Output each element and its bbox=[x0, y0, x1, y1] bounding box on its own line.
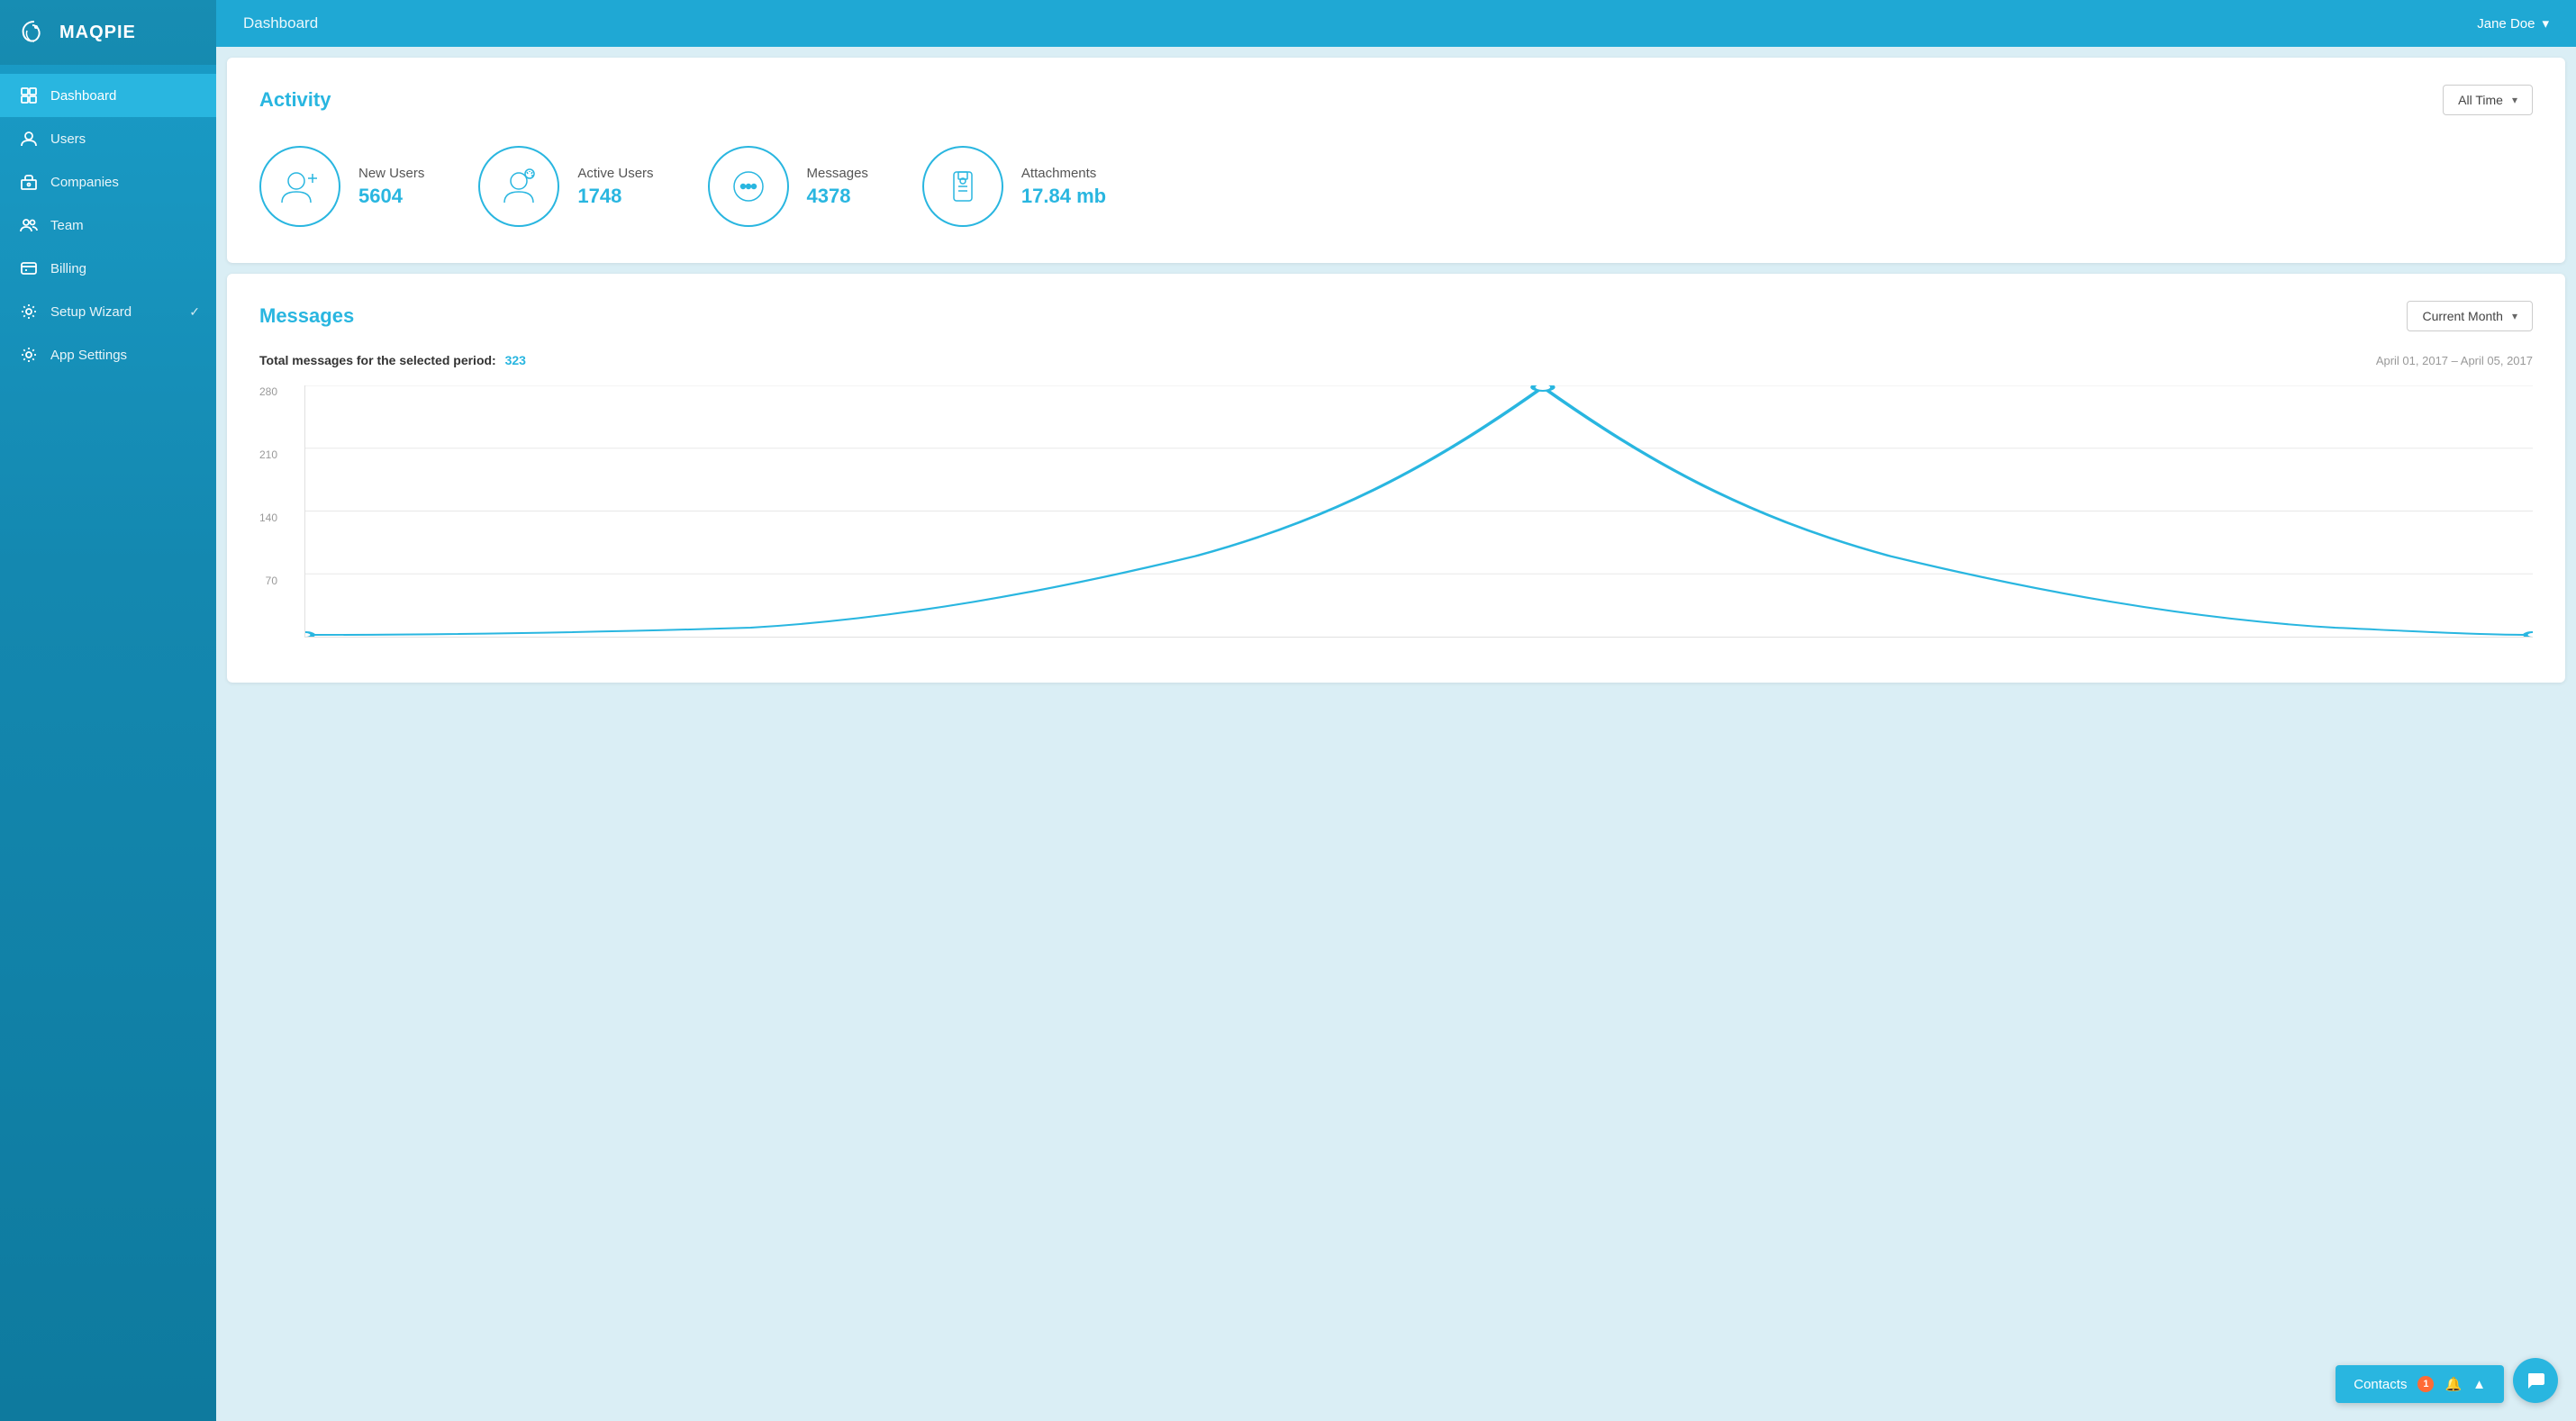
y-label-140: 140 bbox=[259, 511, 277, 524]
chevron-up-icon: ▲ bbox=[2472, 1377, 2486, 1392]
date-range: April 01, 2017 – April 05, 2017 bbox=[2376, 354, 2533, 367]
contacts-badge: 1 bbox=[2417, 1376, 2434, 1392]
activity-stats: New Users 5604 bbox=[259, 137, 2533, 236]
chart-svg bbox=[305, 385, 2533, 637]
messages-value: 4378 bbox=[807, 185, 868, 208]
y-label-70: 70 bbox=[266, 575, 277, 587]
messages-subtitle: Total messages for the selected period: … bbox=[259, 353, 2533, 367]
chart-area bbox=[304, 385, 2533, 638]
stat-active-users: Active Users 1748 bbox=[478, 146, 653, 227]
activity-dropdown[interactable]: All Time ▾ bbox=[2443, 85, 2533, 115]
billing-icon bbox=[20, 259, 38, 277]
sidebar-item-setup-wizard[interactable]: Setup Wizard ✓ bbox=[0, 290, 216, 333]
active-users-label: Active Users bbox=[577, 166, 653, 181]
check-icon: ✓ bbox=[189, 304, 200, 320]
chevron-down-icon: ▾ bbox=[2512, 94, 2517, 106]
companies-icon bbox=[20, 173, 38, 191]
contacts-label: Contacts bbox=[2354, 1377, 2407, 1392]
chevron-down-icon: ▾ bbox=[2542, 15, 2549, 32]
stat-new-users: New Users 5604 bbox=[259, 146, 424, 227]
sidebar: MAQPIE Dashboard Users bbox=[0, 0, 216, 1421]
chat-icon bbox=[2525, 1370, 2546, 1391]
sidebar-item-label: Team bbox=[50, 218, 84, 233]
sidebar-item-label: Users bbox=[50, 131, 86, 147]
sidebar-item-team[interactable]: Team bbox=[0, 204, 216, 247]
sidebar-item-label: Setup Wizard bbox=[50, 304, 132, 320]
setup-wizard-icon bbox=[20, 303, 38, 321]
activity-card: Activity All Time ▾ bbox=[227, 58, 2565, 263]
messages-card-header: Messages Current Month ▾ bbox=[259, 301, 2533, 331]
chevron-down-icon: ▾ bbox=[2512, 310, 2517, 322]
page-title: Dashboard bbox=[243, 14, 318, 32]
stat-attachments: Attachments 17.84 mb bbox=[922, 146, 1106, 227]
messages-label: Messages bbox=[807, 166, 868, 181]
active-users-info: Active Users 1748 bbox=[577, 166, 653, 208]
new-users-icon-circle bbox=[259, 146, 340, 227]
attachments-value: 17.84 mb bbox=[1021, 185, 1106, 208]
active-users-value: 1748 bbox=[577, 185, 653, 208]
app-settings-icon bbox=[20, 346, 38, 364]
messages-card: Messages Current Month ▾ Total messages … bbox=[227, 274, 2565, 683]
sidebar-item-label: Companies bbox=[50, 175, 119, 190]
messages-total-info: Total messages for the selected period: … bbox=[259, 353, 526, 367]
y-label-280: 280 bbox=[259, 385, 277, 398]
messages-icon-circle bbox=[708, 146, 789, 227]
sidebar-item-dashboard[interactable]: Dashboard bbox=[0, 74, 216, 117]
attachments-icon-circle bbox=[922, 146, 1003, 227]
chart-y-axis: 280 210 140 70 bbox=[259, 385, 286, 638]
messages-chart: 280 210 140 70 bbox=[259, 385, 2533, 656]
app-name: MAQPIE bbox=[59, 23, 136, 43]
new-users-value: 5604 bbox=[358, 185, 424, 208]
main-area: Dashboard Jane Doe ▾ Activity All Time ▾ bbox=[216, 0, 2576, 1421]
bell-icon: 🔔 bbox=[2444, 1376, 2462, 1392]
sidebar-item-billing[interactable]: Billing bbox=[0, 247, 216, 290]
users-icon bbox=[20, 130, 38, 148]
stat-messages: Messages 4378 bbox=[708, 146, 868, 227]
sidebar-item-label: Dashboard bbox=[50, 88, 116, 104]
logo-area: MAQPIE bbox=[0, 0, 216, 65]
sidebar-item-label: Billing bbox=[50, 261, 86, 276]
messages-dropdown[interactable]: Current Month ▾ bbox=[2407, 301, 2533, 331]
username: Jane Doe bbox=[2477, 16, 2535, 32]
messages-info: Messages 4378 bbox=[807, 166, 868, 208]
user-menu[interactable]: Jane Doe ▾ bbox=[2477, 15, 2549, 32]
total-label: Total messages for the selected period: bbox=[259, 353, 496, 367]
messages-title: Messages bbox=[259, 304, 354, 328]
header: Dashboard Jane Doe ▾ bbox=[216, 0, 2576, 47]
new-users-label: New Users bbox=[358, 166, 424, 181]
content-area: Activity All Time ▾ bbox=[216, 47, 2576, 1421]
logo-icon bbox=[18, 16, 50, 49]
attachments-info: Attachments 17.84 mb bbox=[1021, 166, 1106, 208]
chat-button[interactable] bbox=[2513, 1358, 2558, 1403]
sidebar-item-users[interactable]: Users bbox=[0, 117, 216, 160]
sidebar-item-app-settings[interactable]: App Settings bbox=[0, 333, 216, 376]
activity-card-header: Activity All Time ▾ bbox=[259, 85, 2533, 115]
sidebar-item-label: App Settings bbox=[50, 348, 127, 363]
messages-dropdown-label: Current Month bbox=[2422, 309, 2502, 323]
team-icon bbox=[20, 216, 38, 234]
activity-title: Activity bbox=[259, 88, 331, 112]
active-users-icon-circle bbox=[478, 146, 559, 227]
total-value: 323 bbox=[505, 353, 526, 367]
attachments-label: Attachments bbox=[1021, 166, 1106, 181]
contacts-bar[interactable]: Contacts 1 🔔 ▲ bbox=[2336, 1365, 2504, 1403]
activity-dropdown-label: All Time bbox=[2458, 93, 2503, 107]
new-users-info: New Users 5604 bbox=[358, 166, 424, 208]
sidebar-item-companies[interactable]: Companies bbox=[0, 160, 216, 204]
sidebar-nav: Dashboard Users Companies bbox=[0, 65, 216, 1421]
y-label-210: 210 bbox=[259, 448, 277, 461]
dashboard-icon bbox=[20, 86, 38, 104]
